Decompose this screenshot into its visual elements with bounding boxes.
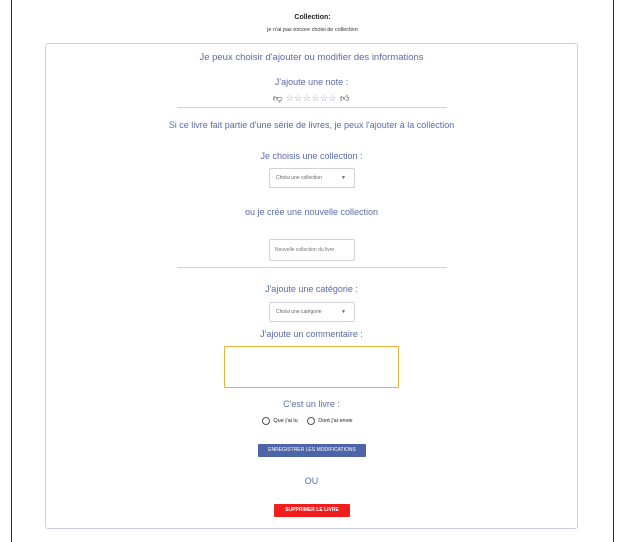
category-select-value: Choisi une catégorie [276, 309, 322, 315]
rating-label: J'ajoute une note : [274, 77, 349, 87]
radio-read[interactable] [262, 417, 271, 425]
radio-read-label[interactable]: Que j'ai lu [273, 418, 297, 424]
divider [177, 267, 447, 268]
caret-down-icon: ▼ [341, 175, 346, 181]
category-label: J'ajoute une catégorie : [265, 284, 358, 294]
collection-status: je n'ai pas encore choisi de collection [267, 27, 358, 33]
collection-label: Je choisis une collection : [260, 151, 363, 161]
caret-down-icon: ▼ [341, 309, 346, 315]
save-button[interactable]: ENREGISTRER LES MODIFICATIONS [258, 444, 366, 457]
or-text: OU [304, 476, 319, 486]
rating-widget[interactable]: 👎︎ ☆☆☆☆☆☆ 👍︎ [46, 93, 577, 104]
new-collection-label: ou je crée une nouvelle collection [244, 207, 379, 217]
thumbs-up-icon[interactable]: 👍︎ [340, 93, 350, 103]
comment-label: J'ajoute un commentaire : [260, 329, 363, 339]
radio-wish[interactable] [307, 417, 316, 425]
star-icon[interactable]: ☆ [294, 93, 303, 103]
delete-button[interactable]: SUPPRIMER LE LIVRE [274, 504, 350, 517]
book-type-label: C'est un livre : [283, 399, 340, 409]
panel-heading: Je peux choisir d'ajouter ou modifier de… [199, 52, 424, 63]
collection-select[interactable]: Choisi une collection ▼ [269, 168, 355, 188]
collection-select-value: Choisi une collection [276, 175, 322, 181]
star-icon[interactable]: ☆ [286, 93, 295, 103]
book-type-radios: Que j'ai lu Dont j'ai envie [46, 417, 577, 425]
thumbs-down-icon[interactable]: 👎︎ [273, 93, 283, 103]
comment-textarea[interactable] [224, 346, 399, 388]
collection-title: Collection: [294, 14, 331, 21]
star-rating[interactable]: ☆☆☆☆☆☆ [286, 93, 337, 103]
divider [177, 107, 447, 108]
category-select[interactable]: Choisi une catégorie ▼ [269, 302, 355, 322]
radio-wish-label[interactable]: Dont j'ai envie [318, 418, 352, 424]
star-icon[interactable]: ☆ [311, 93, 320, 103]
new-collection-input[interactable] [269, 239, 355, 261]
edit-panel: Je peux choisir d'ajouter ou modifier de… [45, 43, 578, 529]
page-container: Collection: je n'ai pas encore choisi de… [11, 0, 614, 542]
star-icon[interactable]: ☆ [329, 93, 338, 103]
star-icon[interactable]: ☆ [320, 93, 329, 103]
series-text: Si ce livre fait partie d'une série de l… [168, 120, 455, 130]
